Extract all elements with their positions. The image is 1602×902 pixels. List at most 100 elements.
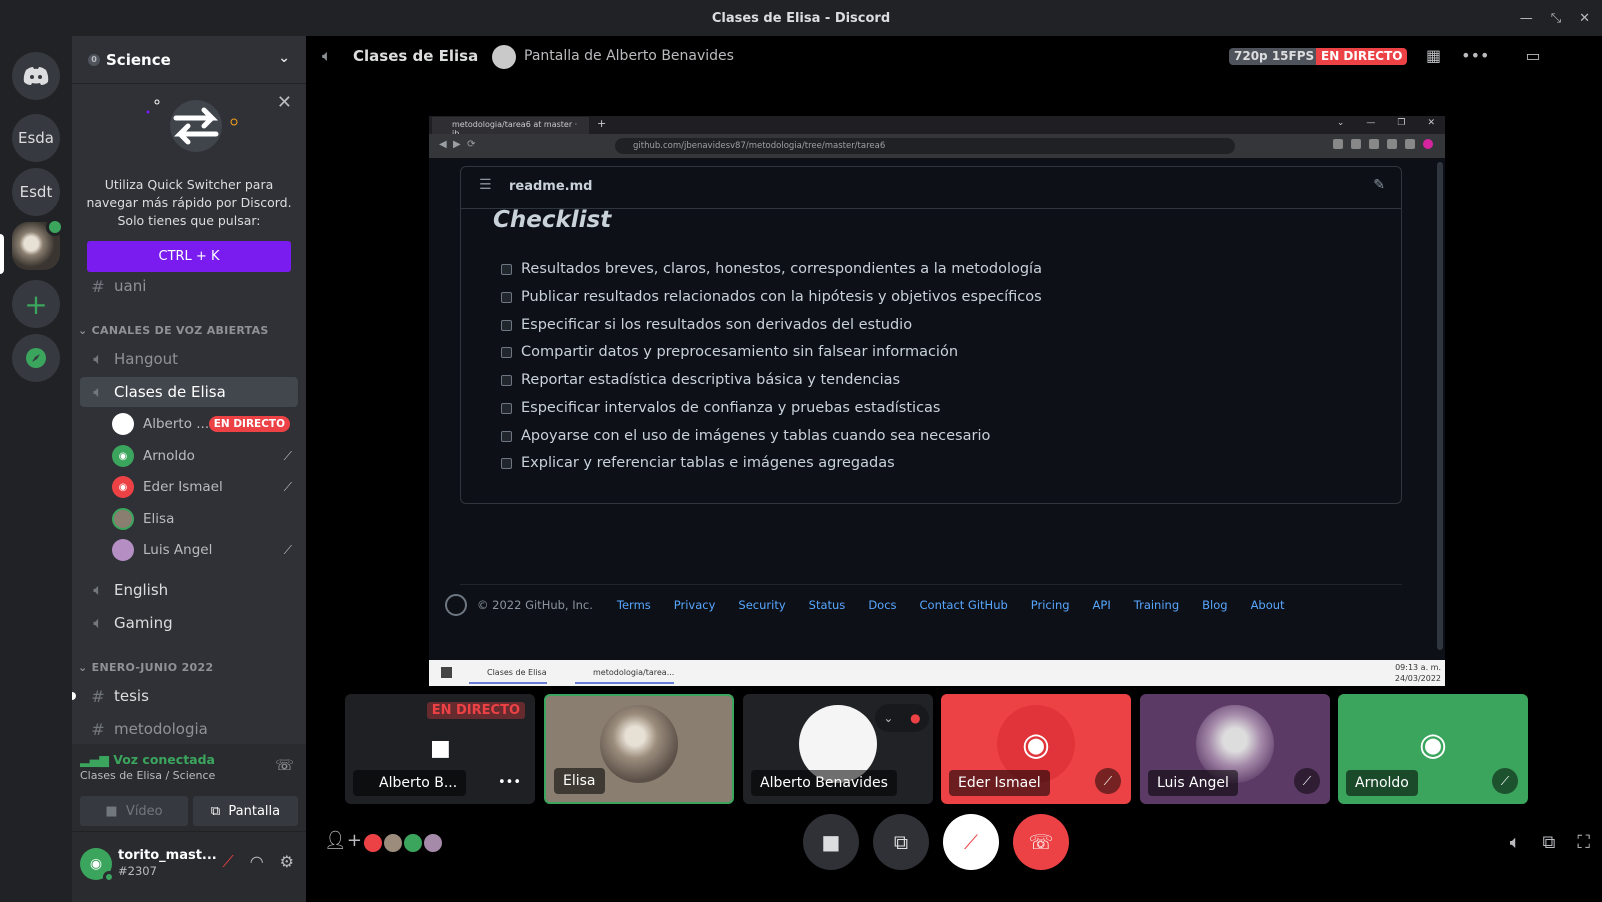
browser-tab[interactable]: metodologia/tarea6 at master · jb [432, 117, 589, 138]
tile-eder[interactable]: ◉ Eder Ismael ⟋ [941, 694, 1131, 804]
windows-start-icon[interactable] [441, 667, 452, 678]
extension-icon[interactable] [1369, 139, 1379, 149]
popout-icon[interactable]: ⧉ [1543, 832, 1556, 853]
footer-link-status[interactable]: Status [809, 598, 846, 612]
voice-user-alberto[interactable]: Alberto ... EN DIRECTO [112, 410, 298, 438]
pencil-icon[interactable]: ✎ [1373, 177, 1385, 193]
chevron-down-icon[interactable]: ⌄ [1337, 118, 1345, 128]
voice-channel-hangout[interactable]: 🔈︎ Hangout [80, 344, 298, 374]
footer-link-pricing[interactable]: Pricing [1031, 598, 1070, 612]
voice-user-eder[interactable]: ◉ Eder Ismael ⟋ [112, 473, 298, 501]
text-channel-metodologia[interactable]: # metodologia [80, 714, 298, 744]
voice-category[interactable]: ⌄ CANALES DE VOZ ABIERTAS [78, 324, 269, 337]
guild-science[interactable] [12, 218, 64, 270]
extension-icon[interactable] [1423, 139, 1433, 149]
extension-icon[interactable] [1333, 139, 1343, 149]
invite-user-icon[interactable]: 👤︎+ [324, 830, 362, 851]
footer-link-training[interactable]: Training [1134, 598, 1179, 612]
participants-toggle[interactable]: ⌄ ● [875, 704, 929, 732]
grid-layout-icon[interactable]: ▦ [1426, 46, 1441, 65]
disconnect-button[interactable]: ☏ [1013, 814, 1069, 870]
tile-arnoldo[interactable]: ◉ Arnoldo ⟋ [1338, 694, 1528, 804]
add-server-button[interactable]: + [12, 280, 60, 328]
checkbox[interactable] [501, 291, 512, 303]
avatar[interactable]: ◉ [80, 848, 115, 883]
username[interactable]: torito_mast... [118, 848, 217, 863]
extension-icon[interactable] [1405, 139, 1415, 149]
headphones-icon[interactable]: ◠ [250, 852, 264, 872]
footer-link-blog[interactable]: Blog [1202, 598, 1227, 612]
server-header[interactable]: 0 Science ⌄ [72, 36, 306, 84]
minimize-icon[interactable]: — [1520, 11, 1533, 26]
avatar [112, 508, 134, 530]
quick-switcher-button[interactable]: CTRL + K [87, 241, 291, 272]
explore-servers-button[interactable] [12, 334, 60, 382]
guild-esdt[interactable]: Esdt [12, 168, 60, 216]
checkbox[interactable] [501, 346, 512, 358]
disconnect-icon[interactable]: ☏ [275, 756, 294, 774]
url-field[interactable]: github.com/jbenavidesv87/metodologia/tre… [615, 138, 1235, 154]
taskbar-item-browser[interactable]: metodologia/tarea... [575, 664, 675, 684]
more-options-icon[interactable]: ••• [1461, 46, 1489, 65]
voice-channel-english[interactable]: 🔈︎ English [80, 575, 298, 605]
mic-muted-icon[interactable]: ⟋ [222, 852, 233, 872]
taskbar-item-discord[interactable]: Clases de Elisa [469, 664, 547, 684]
video-button[interactable]: ■ Vídeo [80, 796, 188, 826]
footer-link-contact[interactable]: Contact GitHub [920, 598, 1008, 612]
stage-header: 🔈︎ Clases de Elisa Pantalla de Alberto B… [306, 36, 1602, 78]
footer-link-privacy[interactable]: Privacy [674, 598, 716, 612]
readme-heading: Checklist [493, 207, 612, 233]
footer-link-security[interactable]: Security [738, 598, 785, 612]
avatar [422, 832, 444, 854]
guild-esda[interactable]: Esda [12, 114, 60, 162]
checkbox[interactable] [501, 263, 512, 275]
checkbox[interactable] [501, 457, 512, 469]
outline-list-icon[interactable]: ☰ [479, 177, 492, 193]
volume-icon[interactable]: 🔈︎ [1510, 832, 1521, 853]
tile-elisa[interactable]: Elisa [544, 694, 734, 804]
close-icon[interactable]: ✕ [277, 92, 292, 113]
tile-alberto[interactable]: ⌄ ● Alberto Benavides [743, 694, 933, 804]
checkbox[interactable] [501, 374, 512, 386]
tile-luis[interactable]: Luis Angel ⟋ [1140, 694, 1330, 804]
voice-user-arnoldo[interactable]: ◉ Arnoldo ⟋ [112, 442, 298, 470]
voice-user-luis[interactable]: Luis Angel ⟋ [112, 536, 298, 564]
participant-avatars[interactable] [362, 832, 444, 854]
footer-link-about[interactable]: About [1251, 598, 1285, 612]
more-options-icon[interactable]: ••• [498, 775, 521, 790]
tile-alberto-stream[interactable]: EN DIRECTO ■ Alberto B... ••• [345, 694, 535, 804]
close-icon[interactable]: ✕ [1427, 118, 1435, 128]
browser-nav-icons[interactable]: ◀ ▶ ⟳ [439, 139, 475, 150]
footer-link-docs[interactable]: Docs [868, 598, 896, 612]
voice-status[interactable]: ▂▄▆ Voz conectada [80, 752, 215, 767]
screen-share-stream[interactable]: metodologia/tarea6 at master · jb + ⌄ — ❐ ✕… [429, 116, 1445, 686]
footer-link-api[interactable]: API [1093, 598, 1111, 612]
gear-icon[interactable]: ⚙ [280, 852, 294, 872]
text-category[interactable]: ⌄ ENERO-JUNIO 2022 [78, 661, 213, 674]
screen-share-button[interactable]: ⧉ Pantalla [193, 796, 298, 826]
screen-share-button[interactable]: ⧉ [873, 814, 929, 870]
checkbox[interactable] [501, 430, 512, 442]
new-tab-icon[interactable]: + [597, 117, 606, 130]
checkbox[interactable] [501, 319, 512, 331]
fullscreen-icon[interactable]: ⛶ [1577, 832, 1590, 853]
inbox-icon[interactable]: ▭ [1525, 46, 1540, 65]
checkbox[interactable] [501, 402, 512, 414]
page-scrollbar[interactable] [1437, 162, 1443, 650]
extension-icon[interactable] [1387, 139, 1397, 149]
restore-icon[interactable]: ❐ [1397, 118, 1405, 128]
github-logo-icon[interactable] [445, 594, 467, 616]
camera-button[interactable]: ■ [803, 814, 859, 870]
text-channel-tesis[interactable]: # tesis [72, 681, 298, 711]
restore-icon[interactable]: ⤡ [1551, 11, 1561, 26]
close-icon[interactable]: ✕ [1579, 11, 1590, 26]
voice-channel-gaming[interactable]: 🔈︎ Gaming [80, 608, 298, 638]
footer-link-terms[interactable]: Terms [617, 598, 651, 612]
voice-user-elisa[interactable]: Elisa [112, 505, 298, 533]
mute-button[interactable]: ⟋ [943, 814, 999, 870]
voice-channel-clases-de-elisa[interactable]: 🔈︎ Clases de Elisa [80, 377, 298, 407]
discord-home-button[interactable] [12, 52, 60, 100]
channel-uani[interactable]: # uani [80, 278, 298, 294]
minimize-icon[interactable]: — [1366, 118, 1375, 128]
extension-icon[interactable] [1351, 139, 1361, 149]
